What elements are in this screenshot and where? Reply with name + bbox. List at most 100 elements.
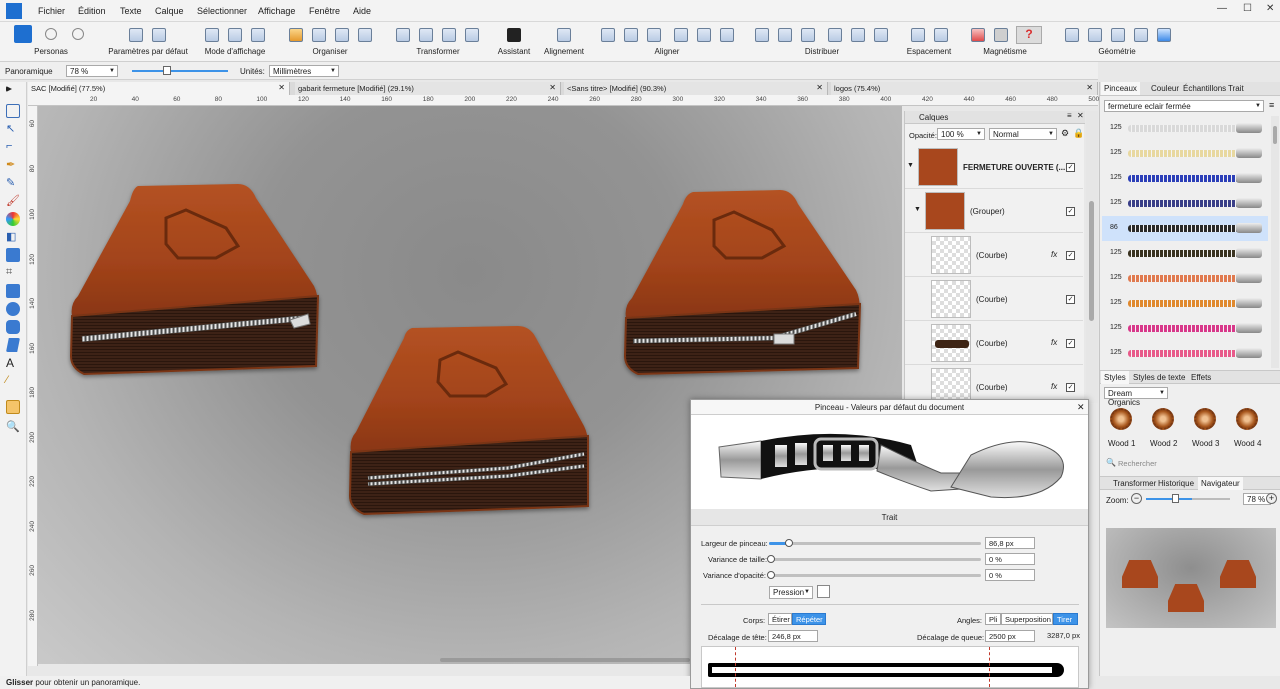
expand-arrow-icon[interactable]: ▼ (907, 162, 914, 169)
brush-item[interactable]: 125 (1102, 116, 1268, 141)
layer-row[interactable]: ▼ (Grouper) ✓ (905, 189, 1083, 233)
brush-item[interactable]: 125 (1102, 291, 1268, 316)
nav-zoom-slider[interactable] (1192, 498, 1230, 500)
visibility-checkbox[interactable]: ✓ (1066, 163, 1075, 172)
tab-color[interactable]: Couleur (1148, 82, 1182, 95)
angle-overlap-button[interactable]: Superposition (1001, 613, 1053, 625)
tab-styles[interactable]: Styles (1101, 371, 1129, 384)
close-tab-icon[interactable]: ✕ (549, 83, 556, 92)
place-image-tool-icon[interactable] (6, 248, 20, 262)
menu-window[interactable]: Fenêtre (309, 6, 340, 16)
layers-title[interactable]: Calques (919, 113, 948, 122)
rotate-right-icon[interactable] (465, 28, 479, 42)
spacing-v-icon[interactable] (934, 28, 948, 42)
blend-mode-combo[interactable]: Normal ▼ (989, 128, 1057, 140)
move-tool-icon[interactable] (6, 86, 12, 92)
visibility-checkbox[interactable]: ✓ (1066, 207, 1075, 216)
corner-tool-icon[interactable]: ⌐ (6, 140, 20, 154)
align-left-icon[interactable] (601, 28, 615, 42)
close-tab-icon[interactable]: ✕ (278, 83, 285, 92)
align-right-icon[interactable] (647, 28, 661, 42)
layer-row[interactable]: (Courbe) ✓ (905, 277, 1083, 321)
geometry-divide-icon[interactable] (1157, 28, 1171, 42)
zoom-in-icon[interactable]: + (1266, 493, 1277, 504)
menu-file[interactable]: Fichier (38, 6, 65, 16)
styles-search[interactable]: 🔍 Rechercher (1104, 457, 1274, 470)
tab-text-styles[interactable]: Styles de texte (1130, 371, 1188, 384)
rectangle-tool-icon[interactable] (6, 284, 20, 298)
assistant-icon[interactable] (507, 28, 521, 42)
size-variance-knob[interactable] (767, 555, 775, 563)
arrange-backward-icon[interactable] (335, 28, 349, 42)
units-combo[interactable]: Millimètres ▼ (269, 65, 339, 77)
align-bottom-icon[interactable] (720, 28, 734, 42)
distribute-v-icon[interactable] (828, 28, 842, 42)
distribute-hc-icon[interactable] (778, 28, 792, 42)
ellipse-tool-icon[interactable] (6, 302, 20, 316)
layer-row[interactable]: (Courbe) fx ✓ (905, 321, 1083, 365)
head-offset-field[interactable]: 246,8 px (768, 630, 818, 642)
pen-tool-icon[interactable]: ✒ (6, 158, 20, 172)
brush-item-selected[interactable]: 86 (1102, 216, 1268, 241)
opacity-variance-field[interactable]: 0 % (985, 569, 1035, 581)
menu-text[interactable]: Texte (120, 6, 142, 16)
dialog-titlebar[interactable]: Pinceau - Valeurs par défaut du document… (691, 400, 1088, 415)
view-mode-icon-1[interactable] (205, 28, 219, 42)
fx-icon[interactable]: fx (1051, 338, 1057, 347)
tail-offset-field[interactable]: 2500 px (985, 630, 1035, 642)
menu-view[interactable]: Affichage (258, 6, 295, 16)
navigator-preview[interactable] (1106, 528, 1276, 628)
wood-style-swatch[interactable] (1194, 408, 1216, 430)
node-tool-icon[interactable]: ↖ (6, 122, 20, 136)
menu-layer[interactable]: Calque (155, 6, 184, 16)
wood-style-swatch[interactable] (1152, 408, 1174, 430)
brush-width-slider[interactable] (769, 542, 981, 545)
geometry-intersect-icon[interactable] (1111, 28, 1125, 42)
tab-gabarit[interactable]: gabarit fermeture [Modifié] (29.1%) ✕ (295, 82, 561, 95)
pixel-persona-icon[interactable] (45, 28, 57, 40)
fill-tool-icon[interactable] (6, 212, 20, 226)
align-top-icon[interactable] (674, 28, 688, 42)
panel-menu-icon[interactable]: ≡ (1269, 100, 1274, 110)
geometry-xor-icon[interactable] (1134, 28, 1148, 42)
zoom-out-icon[interactable]: − (1131, 493, 1142, 504)
shape-tool-icon[interactable] (6, 338, 20, 352)
snapping-toggle-icon[interactable] (994, 28, 1008, 42)
distribute-vc-icon[interactable] (851, 28, 865, 42)
visibility-checkbox[interactable]: ✓ (1066, 383, 1075, 392)
lock-icon[interactable]: 🔒 (1073, 128, 1084, 139)
tab-logos[interactable]: logos (75.4%) ✕ (831, 82, 1098, 95)
opacity-variance-knob[interactable] (767, 571, 775, 579)
tab-history[interactable]: Historique (1155, 477, 1197, 490)
wood-style-swatch[interactable] (1110, 408, 1132, 430)
head-offset-marker[interactable] (735, 647, 736, 687)
flip-vertical-icon[interactable] (419, 28, 433, 42)
tab-sans-titre[interactable]: <Sans titre> [Modifié] (90.3%) ✕ (564, 82, 828, 95)
brush-item[interactable]: 125 (1102, 166, 1268, 191)
panel-menu-icon[interactable]: ≡ (1067, 111, 1072, 120)
tab-swatches[interactable]: Échantillons (1180, 82, 1229, 95)
zoom-slider-knob[interactable] (163, 66, 171, 75)
angle-fold-button[interactable]: Pli (985, 613, 1001, 625)
close-icon[interactable]: ✕ (1266, 3, 1274, 14)
close-tab-icon[interactable]: ✕ (1086, 83, 1093, 92)
arrange-front-icon[interactable] (289, 28, 303, 42)
tab-sac[interactable]: SAC [Modifié] (77.5%) ✕ (28, 82, 290, 95)
fx-icon[interactable]: fx (1051, 382, 1057, 391)
export-persona-icon[interactable] (72, 28, 84, 40)
visibility-checkbox[interactable]: ✓ (1066, 251, 1075, 260)
expand-arrow-icon[interactable]: ▼ (914, 206, 921, 213)
maximize-icon[interactable]: ☐ (1243, 3, 1252, 14)
distribute-vb-icon[interactable] (874, 28, 888, 42)
size-variance-slider[interactable] (769, 558, 981, 561)
arrange-forward-icon[interactable] (312, 28, 326, 42)
layer-row[interactable]: ▼ FERMETURE OUVERTE (... ✓ (905, 145, 1083, 189)
layers-opacity-combo[interactable]: 100 % ▼ (937, 128, 985, 140)
brush-item[interactable]: 125 (1102, 341, 1268, 366)
view-mode-icon-2[interactable] (228, 28, 242, 42)
brush-item[interactable]: 125 (1102, 141, 1268, 166)
zoom-slider[interactable] (132, 70, 228, 72)
dialog-close-icon[interactable]: ✕ (1077, 402, 1085, 413)
angle-pull-button[interactable]: Tirer (1053, 613, 1078, 625)
distribute-h-icon[interactable] (755, 28, 769, 42)
